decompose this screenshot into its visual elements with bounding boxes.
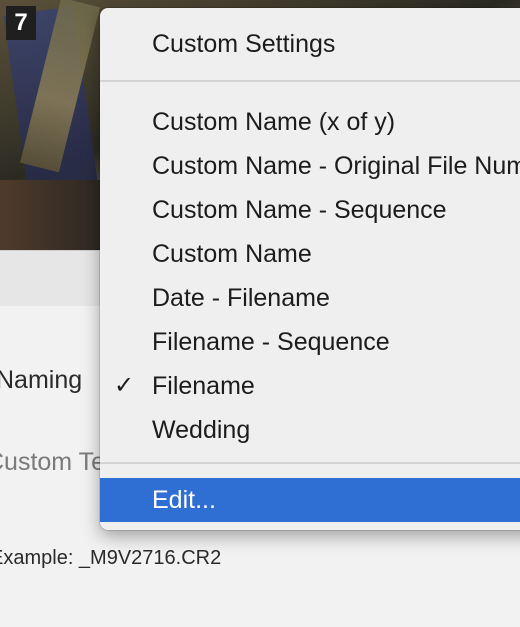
menu-item-filename[interactable]: ✓ Filename <box>100 364 520 408</box>
menu-item-label: Edit... <box>152 486 216 514</box>
example-filename: Example: _M9V2716.CR2 <box>0 547 222 569</box>
menu-item-custom-name-original-file-number[interactable]: Custom Name - Original File Number <box>100 144 520 188</box>
menu-separator <box>100 80 520 82</box>
menu-separator <box>100 462 520 464</box>
menu-item-label: Date - Filename <box>152 284 330 312</box>
menu-item-label: Custom Name - Original File Number <box>152 152 520 180</box>
menu-item-custom-name[interactable]: Custom Name <box>100 232 520 276</box>
menu-item-filename-sequence[interactable]: Filename - Sequence <box>100 320 520 364</box>
menu-item-label: Wedding <box>152 416 251 444</box>
menu-item-label: Custom Name <box>152 240 312 268</box>
menu-item-wedding[interactable]: Wedding <box>100 408 520 452</box>
menu-item-label: Filename <box>152 372 255 400</box>
naming-label: Naming <box>0 366 83 394</box>
menu-item-edit[interactable]: Edit... <box>100 478 520 522</box>
menu-item-date-filename[interactable]: Date - Filename <box>100 276 520 320</box>
naming-preset-menu: Custom Settings Custom Name (x of y) Cus… <box>100 8 520 530</box>
menu-item-label: Custom Name (x of y) <box>152 108 396 136</box>
menu-item-custom-name-x-of-y[interactable]: Custom Name (x of y) <box>100 100 520 144</box>
photo-detail <box>0 180 110 250</box>
menu-item-label: Custom Name - Sequence <box>152 196 447 224</box>
menu-item-custom-settings[interactable]: Custom Settings <box>100 22 520 66</box>
menu-item-label: Custom Settings <box>152 30 336 58</box>
menu-item-custom-name-sequence[interactable]: Custom Name - Sequence <box>100 188 520 232</box>
checkmark-icon: ✓ <box>114 372 135 399</box>
step-number-badge: 7 <box>6 6 36 40</box>
menu-item-label: Filename - Sequence <box>152 328 390 356</box>
